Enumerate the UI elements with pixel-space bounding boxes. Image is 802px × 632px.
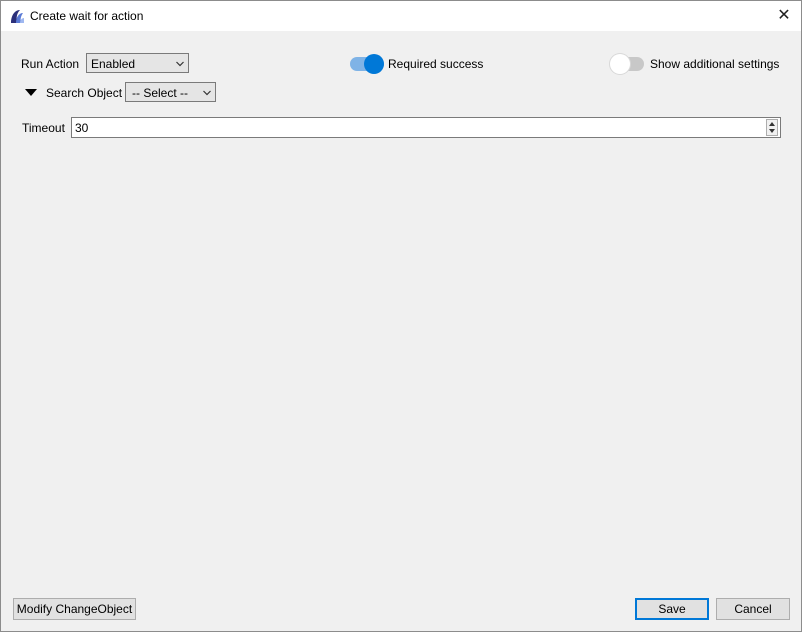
search-object-label: Search Object: [46, 86, 123, 100]
run-action-select[interactable]: Enabled: [86, 53, 189, 73]
close-icon[interactable]: ✕: [777, 7, 790, 24]
run-action-label: Run Action: [21, 57, 80, 71]
timeout-input[interactable]: 30: [71, 117, 781, 138]
required-success-knob: [364, 54, 384, 74]
spin-up-icon[interactable]: [769, 122, 775, 126]
timeout-spinner[interactable]: [766, 119, 778, 136]
required-success-label: Required success: [388, 57, 484, 71]
required-success-toggle[interactable]: [350, 54, 384, 74]
dialog-window: Create wait for action ✕ Run Action Enab…: [0, 0, 802, 632]
additional-settings-label: Show additional settings: [650, 57, 780, 71]
chevron-down-icon: [203, 90, 211, 96]
additional-settings-knob: [610, 54, 630, 74]
timeout-value: 30: [75, 121, 89, 135]
chevron-down-icon: [176, 61, 184, 67]
title-bar: Create wait for action ✕: [1, 1, 801, 31]
run-action-value: Enabled: [91, 57, 136, 71]
modify-changeobject-button[interactable]: Modify ChangeObject: [13, 598, 136, 620]
app-logo-icon: [11, 10, 24, 23]
cancel-button[interactable]: Cancel: [716, 598, 790, 620]
search-object-value: -- Select --: [132, 86, 189, 100]
expand-triangle-icon[interactable]: [25, 89, 37, 96]
close-button[interactable]: ✕: [767, 1, 801, 31]
search-object-select[interactable]: -- Select --: [125, 82, 216, 102]
spin-down-icon[interactable]: [769, 129, 775, 133]
timeout-label: Timeout: [22, 121, 65, 135]
additional-settings-toggle[interactable]: [610, 54, 644, 74]
window-title: Create wait for action: [30, 9, 144, 23]
save-button[interactable]: Save: [635, 598, 709, 620]
